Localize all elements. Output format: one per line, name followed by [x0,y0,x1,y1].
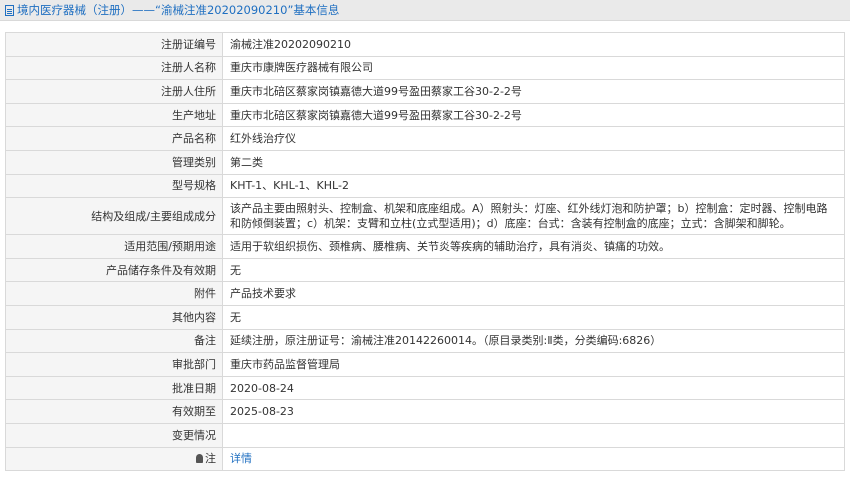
note-label: 注 [205,452,216,466]
field-label: 批准日期 [5,375,223,401]
field-label: 注册人住所 [5,79,223,104]
field-value: 适用于软组织损伤、颈椎病、腰椎病、关节炎等疾病的辅助治疗，具有消炎、镇痛的功效。 [222,234,845,259]
field-value: 重庆市康牌医疗器械有限公司 [222,55,845,81]
header-title-suffix: 基本信息 [293,3,340,17]
table-row: 附件 产品技术要求 [5,281,845,306]
table-row: 批准日期 2020-08-24 [5,375,845,401]
field-label: 结构及组成/主要组成成分 [5,197,223,236]
field-label: 注册人名称 [5,55,223,81]
field-label: 有效期至 [5,399,223,424]
basic-info-table: 注册证编号 渝械注准20202090210 注册人名称 重庆市康牌医疗器械有限公司 … [5,32,845,472]
field-value [222,422,845,448]
table-row: 管理类别 第二类 [5,149,845,175]
note-label-cell: 注 [5,446,223,472]
field-label: 附件 [5,281,223,306]
table-row: 注册证编号 渝械注准20202090210 [5,32,845,57]
details-link[interactable]: 详情 [230,452,252,465]
table-row: 有效期至 2025-08-23 [5,399,845,424]
field-label: 型号规格 [5,173,223,199]
table-row: 适用范围/预期用途 适用于软组织损伤、颈椎病、腰椎病、关节炎等疾病的辅助治疗，具有… [5,234,845,259]
header-registration-number: “渝械注准20202090210” [155,3,294,17]
table-row: 产品储存条件及有效期无 [5,257,845,283]
field-value: KHT-1、KHL-1、KHL-2 [222,173,845,199]
field-value: 重庆市北碚区蔡家岗镇嘉德大道99号盈田蔡家工谷30-2-2号 [222,79,845,104]
field-value: 红外线治疗仪 [222,126,845,151]
field-value: 无 [222,304,845,330]
field-value: 产品技术要求 [222,281,845,306]
field-label: 其他内容 [5,304,223,330]
field-value: 延续注册，原注册证号：渝械注准20142260014。（原目录类别:Ⅱ类，分类编… [222,328,845,354]
table-row: 变更情况 [5,422,845,448]
field-label: 变更情况 [5,422,223,448]
pin-icon [196,454,203,464]
table-row: 注册人名称 重庆市康牌医疗器械有限公司 [5,55,845,81]
field-label: 管理类别 [5,149,223,175]
table-row: 生产地址 重庆市北碚区蔡家岗镇嘉德大道99号盈田蔡家工谷30-2-2号 [5,102,845,128]
field-value: 2020-08-24 [222,375,845,401]
field-value: 渝械注准20202090210 [222,32,845,57]
field-label: 注册证编号 [5,32,223,57]
table-row: 产品名称 红外线治疗仪 [5,126,845,151]
table-row: 型号规格 KHT-1、KHL-1、KHL-2 [5,173,845,199]
header-title-prefix: 境内医疗器械（注册） [17,3,132,17]
document-icon [5,4,14,16]
table-row: 其他内容无 [5,304,845,330]
header-dash: —— [132,3,155,17]
field-label: 产品名称 [5,126,223,151]
page-header: 境内医疗器械（注册） —— “渝械注准20202090210” 基本信息 [0,0,850,21]
field-value: 重庆市北碚区蔡家岗镇嘉德大道99号盈田蔡家工谷30-2-2号 [222,102,845,128]
field-value: 该产品主要由照射头、控制盒、机架和底座组成。A）照射头：灯座、红外线灯泡和防护罩… [222,197,845,236]
field-label: 备注 [5,328,223,354]
field-value: 重庆市药品监督管理局 [222,352,845,377]
table-row: 结构及组成/主要组成成分 该产品主要由照射头、控制盒、机架和底座组成。A）照射头：… [5,197,845,236]
field-value: 无 [222,257,845,283]
table-row: 审批部门 重庆市药品监督管理局 [5,352,845,377]
field-label: 适用范围/预期用途 [5,234,223,259]
field-label: 产品储存条件及有效期 [5,257,223,283]
table-row: 备注 延续注册，原注册证号：渝械注准20142260014。（原目录类别:Ⅱ类，分… [5,328,845,354]
note-value-cell: 详情 [222,446,845,472]
table-row: 注 详情 [5,446,845,472]
field-value: 第二类 [222,149,845,175]
field-label: 审批部门 [5,352,223,377]
field-value: 2025-08-23 [222,399,845,424]
field-label: 生产地址 [5,102,223,128]
table-row: 注册人住所 重庆市北碚区蔡家岗镇嘉德大道99号盈田蔡家工谷30-2-2号 [5,79,845,104]
